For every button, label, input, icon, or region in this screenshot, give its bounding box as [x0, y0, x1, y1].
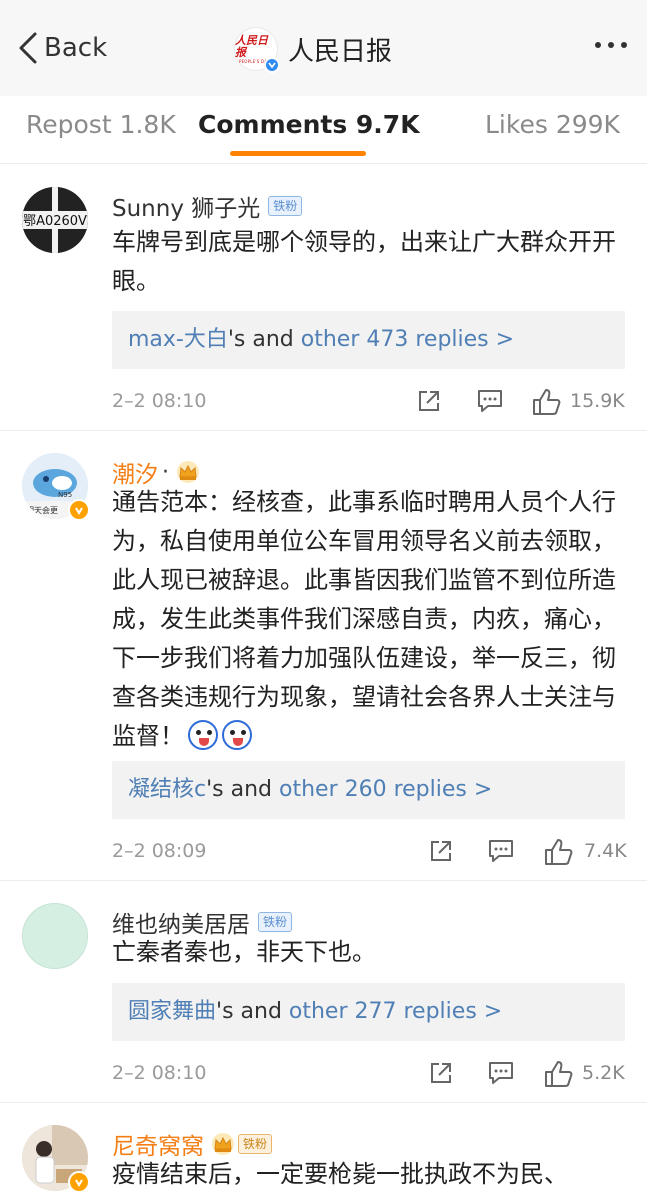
fan-badge: 铁粉 [258, 912, 293, 932]
tab-comments[interactable]: Comments 9.7K [198, 110, 420, 139]
avatar-plate-text: 鄂A0260V [23, 214, 87, 229]
share-icon[interactable] [416, 388, 442, 418]
comment-text: 亡秦者秦也，非天下也。 [112, 938, 376, 966]
page-title: 人民日报 PEOPLE'S DAILY 人民日报 [234, 26, 393, 73]
reply-count[interactable]: other 277 replies > [289, 999, 502, 1024]
crown-icon [177, 461, 199, 483]
reply-user[interactable]: 凝结核c [128, 777, 206, 802]
comment-item: 鄂A0260V Sunny 狮子光 铁粉 车牌号到底是哪个领导的，出来让广大群众… [0, 165, 647, 431]
name-separator: · [162, 459, 169, 485]
avatar[interactable] [22, 903, 88, 969]
husky-emoji-icon [222, 720, 252, 750]
avatar-logo[interactable]: 人民日报 PEOPLE'S DAILY [234, 27, 280, 73]
comment-meta: 2–2 08:10 5.2K [112, 1060, 625, 1090]
back-label: Back [44, 33, 108, 63]
avatar[interactable]: 鄂A0260V [22, 187, 88, 253]
fan-badge: 铁粉 [268, 196, 303, 216]
share-icon[interactable] [428, 1060, 454, 1090]
fan-badge: 铁粉 [238, 1134, 273, 1154]
back-button[interactable]: Back [18, 28, 107, 68]
nav-bar: Back 人民日报 PEOPLE'S DAILY 人民日报 [0, 0, 647, 96]
verified-icon [68, 499, 90, 521]
comment-icon[interactable] [487, 838, 515, 868]
comment-item: 尼奇窝窝 铁粉 疫情结束后，一定要枪毙一批执政不为民、 [0, 1103, 647, 1200]
comment-text: 通告范本：经核查，此事系临时聘用人员个人行为，私自使用单位公车冒用领导名义前去领… [112, 483, 624, 756]
share-icon[interactable] [428, 838, 454, 868]
logo-wordmark: 人民日报 [235, 33, 268, 59]
like-count: 5.2K [582, 1062, 625, 1084]
verified-icon [264, 57, 280, 73]
like-count: 15.9K [570, 390, 625, 412]
comment-author-row: Sunny 狮子光 铁粉 [112, 189, 303, 223]
chevron-left-icon [19, 32, 37, 64]
comment-time: 2–2 08:09 [112, 840, 207, 862]
replies-link[interactable]: 圆家舞曲's and other 277 replies > [112, 983, 625, 1041]
comment-icon[interactable] [487, 1060, 515, 1090]
tab-likes[interactable]: Likes 299K [485, 110, 620, 139]
more-options-icon[interactable] [595, 42, 627, 48]
reply-user[interactable]: 圆家舞曲 [128, 999, 216, 1024]
avatar[interactable] [22, 1125, 90, 1193]
comment-meta: 2–2 08:09 7.4K [112, 838, 627, 870]
comment-time: 2–2 08:10 [112, 1062, 207, 1084]
comment-icon[interactable] [476, 388, 504, 418]
reply-count[interactable]: other 260 replies > [279, 777, 492, 802]
tab-bar: Repost 1.8K Comments 9.7K Likes 299K [0, 96, 647, 164]
crown-icon [212, 1133, 234, 1155]
comment-item: N95 明天会更 潮汐 · 通告范本：经核查，此事系临时聘用人员个人行为，私自使… [0, 431, 647, 881]
replies-link[interactable]: max-大白's and other 473 replies > [112, 311, 625, 369]
husky-emoji-icon [188, 720, 218, 750]
reply-connector: 's and [227, 327, 301, 352]
comment-meta: 2–2 08:10 15.9K [112, 388, 625, 418]
comment-text: 车牌号到底是哪个领导的，出来让广大群众开开眼。 [112, 228, 616, 295]
reply-user[interactable]: max-大白 [128, 327, 228, 352]
like-icon[interactable] [532, 388, 562, 420]
active-tab-indicator [230, 151, 366, 156]
comment-text-content: 通告范本：经核查，此事系临时聘用人员个人行为，私自使用单位公车冒用领导名义前去领… [112, 488, 616, 750]
verified-icon [68, 1171, 90, 1193]
reply-count[interactable]: other 473 replies > [301, 327, 514, 352]
avatar-caption: 明天会更 [26, 505, 58, 515]
like-icon[interactable] [544, 1060, 574, 1092]
comment-time: 2–2 08:10 [112, 390, 207, 412]
account-name: 人民日报 [288, 36, 393, 67]
reply-connector: 's and [216, 999, 289, 1024]
comment-author[interactable]: Sunny 狮子光 [112, 189, 260, 223]
comment-item: 维也纳美居居 铁粉 亡秦者秦也，非天下也。 圆家舞曲's and other 2… [0, 881, 647, 1103]
like-icon[interactable] [544, 838, 574, 870]
avatar[interactable]: N95 明天会更 [22, 453, 90, 521]
svg-text:N95: N95 [58, 491, 72, 499]
reply-connector: 's and [206, 777, 279, 802]
tab-repost[interactable]: Repost 1.8K [26, 110, 176, 139]
like-count: 7.4K [584, 840, 627, 862]
replies-link[interactable]: 凝结核c's and other 260 replies > [112, 761, 625, 819]
comment-text: 疫情结束后，一定要枪毙一批执政不为民、 [112, 1160, 568, 1188]
